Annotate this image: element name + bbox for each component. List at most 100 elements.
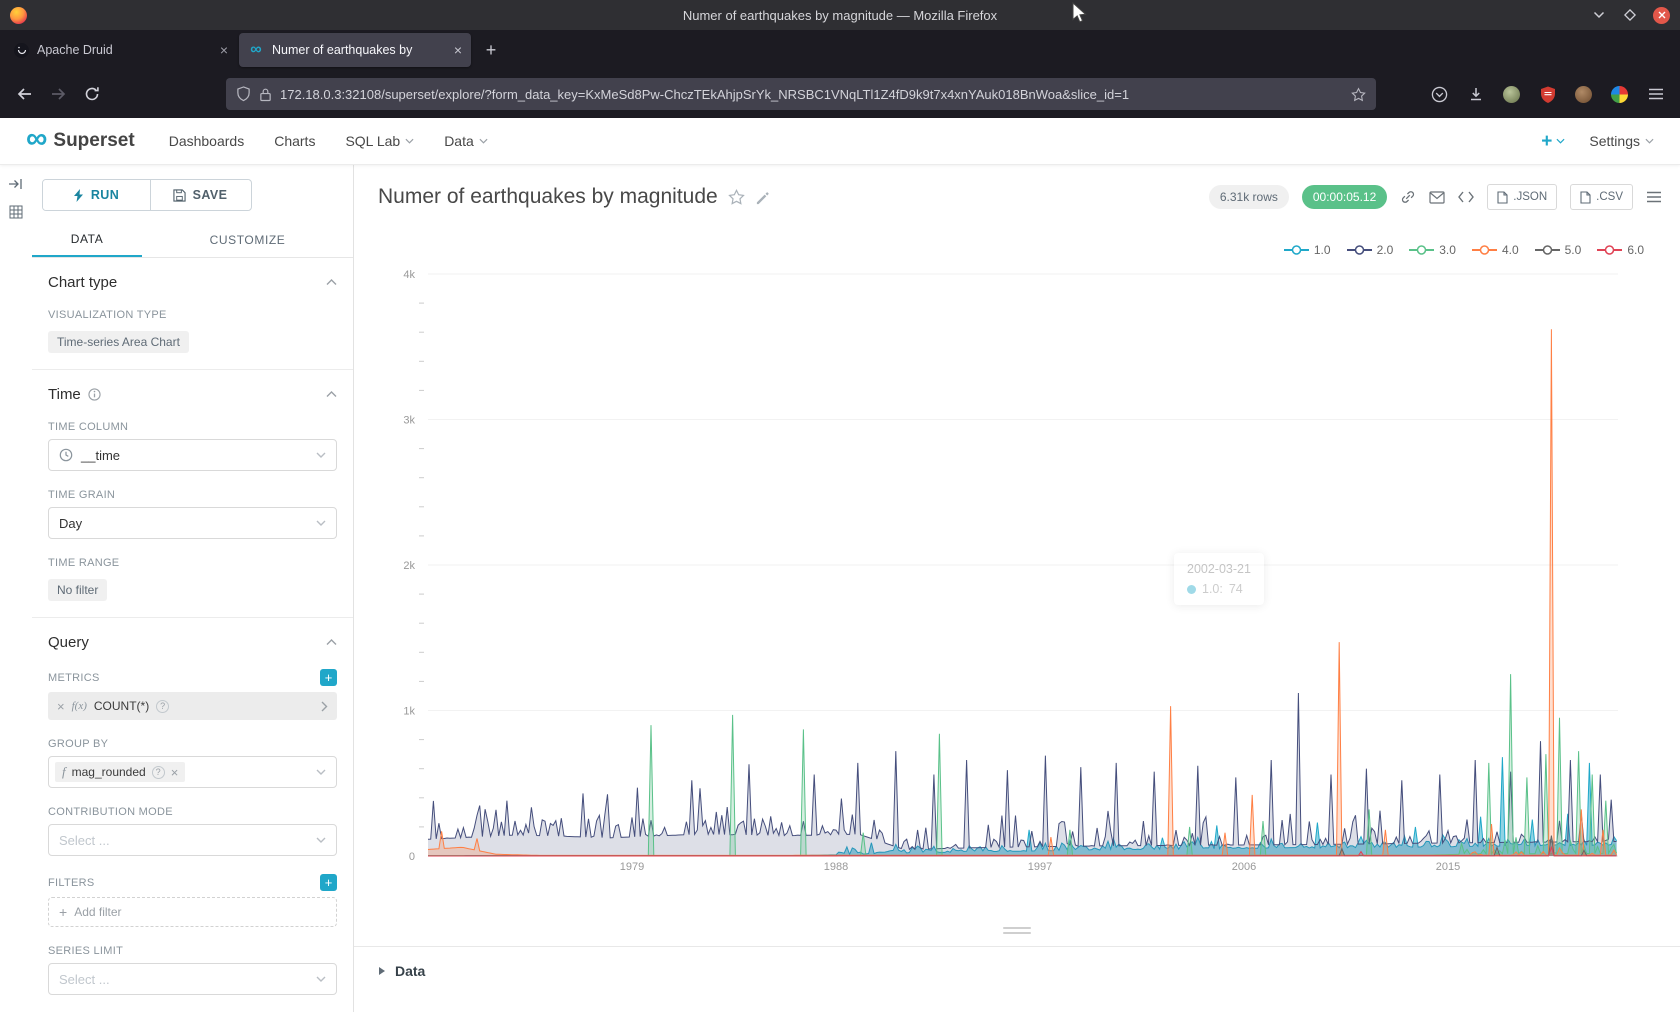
nav-item-data[interactable]: Data — [444, 133, 488, 149]
download-csv-button[interactable]: .CSV — [1570, 184, 1633, 210]
tab-data[interactable]: DATA — [32, 223, 142, 257]
section-query: Query METRICS + × f(x) COUNT(*) ? GROUP … — [32, 618, 353, 1012]
nav-item-charts[interactable]: Charts — [274, 133, 315, 149]
save-button[interactable]: SAVE — [150, 180, 249, 210]
chevron-down-icon — [1593, 11, 1605, 19]
time-grain-select[interactable]: Day — [48, 507, 337, 539]
viz-type-value[interactable]: Time-series Area Chart — [48, 331, 189, 353]
lightning-icon — [74, 189, 84, 202]
extension-icon-1[interactable] — [1495, 78, 1528, 110]
contribution-mode-label: CONTRIBUTION MODE — [48, 806, 337, 818]
add-filter-button[interactable]: + Add filter — [48, 897, 337, 927]
add-new-button[interactable]: + — [1541, 132, 1565, 151]
legend-item-2.0[interactable]: 2.0 — [1347, 243, 1394, 257]
bookmark-star-icon[interactable] — [1351, 87, 1366, 102]
contribution-mode-select[interactable]: Select ... — [48, 824, 337, 856]
viz-type-label: VISUALIZATION TYPE — [48, 309, 337, 321]
legend-item-3.0[interactable]: 3.0 — [1409, 243, 1456, 257]
email-report-icon[interactable] — [1429, 191, 1445, 204]
remove-group-by-icon[interactable]: × — [171, 766, 179, 779]
panel-tabs: DATA CUSTOMIZE — [32, 223, 353, 258]
filters-label: FILTERS — [48, 877, 95, 889]
group-by-chip[interactable]: f mag_rounded ? × — [55, 762, 185, 782]
back-button[interactable] — [8, 78, 40, 110]
window-close-button[interactable] — [1653, 7, 1670, 24]
downloads-icon[interactable] — [1459, 78, 1492, 110]
tab-close-icon[interactable]: × — [454, 43, 462, 57]
svg-text:1997: 1997 — [1028, 861, 1052, 873]
control-panel: RUN SAVE DATA CUSTOMIZE Chart type VISUA… — [32, 165, 354, 1012]
tab-customize[interactable]: CUSTOMIZE — [142, 223, 353, 257]
time-column-value: __time — [81, 448, 120, 463]
collapse-panel-icon[interactable] — [8, 177, 24, 191]
chevron-up-icon[interactable] — [326, 639, 337, 646]
timeseries-area-chart[interactable]: 01k2k3k4k19791988199720062015 — [394, 265, 1680, 895]
csv-button-label: .CSV — [1596, 191, 1623, 203]
chevron-down-icon — [1556, 138, 1565, 144]
data-results-panel[interactable]: Data — [354, 946, 1680, 994]
legend-item-6.0[interactable]: 6.0 — [1597, 243, 1644, 257]
download-json-button[interactable]: .JSON — [1487, 184, 1557, 210]
chevron-down-icon — [316, 769, 326, 775]
svg-text:3k: 3k — [403, 415, 415, 427]
datasource-strip — [0, 165, 32, 1012]
resize-handle[interactable] — [1003, 927, 1031, 934]
chevron-down-icon — [1645, 138, 1654, 144]
brand-name[interactable]: Superset — [53, 130, 134, 152]
legend-label: 6.0 — [1627, 243, 1644, 257]
url-bar[interactable]: 172.18.0.3:32108/superset/explore/?form_… — [226, 78, 1376, 110]
superset-logo-icon[interactable]: ∞ — [26, 124, 47, 154]
chevron-down-icon — [316, 837, 326, 843]
browser-tab-superset-explore[interactable]: ∞ Numer of earthquakes by × — [239, 33, 471, 67]
legend-marker-icon — [1472, 244, 1497, 256]
group-by-select[interactable]: f mag_rounded ? × — [48, 756, 337, 788]
run-button[interactable]: RUN — [43, 180, 150, 210]
series-limit-label: SERIES LIMIT — [48, 945, 337, 957]
druid-favicon — [14, 43, 29, 58]
chevron-up-icon[interactable] — [326, 391, 337, 398]
chevron-up-icon[interactable] — [326, 279, 337, 286]
series-limit-select[interactable]: Select ... — [48, 963, 337, 995]
edit-title-icon[interactable] — [755, 190, 770, 205]
settings-menu[interactable]: Settings — [1589, 133, 1654, 149]
metric-chip[interactable]: × f(x) COUNT(*) ? — [48, 692, 337, 720]
svg-text:1k: 1k — [403, 706, 415, 718]
permalink-icon[interactable] — [1400, 189, 1416, 205]
forward-button[interactable] — [42, 78, 74, 110]
nav-item-dashboards[interactable]: Dashboards — [169, 133, 245, 149]
add-filter-plus-button[interactable]: + — [320, 874, 337, 891]
menu-icon[interactable] — [1639, 78, 1672, 110]
question-icon: ? — [156, 700, 169, 713]
new-tab-button[interactable]: + — [476, 35, 506, 65]
legend-item-1.0[interactable]: 1.0 — [1284, 243, 1331, 257]
reload-button[interactable] — [76, 78, 108, 110]
extension-icon-2[interactable] — [1603, 78, 1636, 110]
arrow-right-icon — [50, 86, 67, 102]
time-column-select[interactable]: __time — [48, 439, 337, 471]
favorite-star-icon[interactable] — [728, 189, 745, 205]
browser-tab-apache-druid[interactable]: Apache Druid × — [5, 33, 237, 67]
caret-right-icon[interactable] — [321, 701, 328, 712]
tab-label: Numer of earthquakes by — [272, 43, 446, 57]
tab-label: DATA — [71, 232, 104, 246]
profile-avatar-icon[interactable] — [1567, 78, 1600, 110]
chart-menu-icon[interactable] — [1646, 191, 1662, 203]
legend-item-5.0[interactable]: 5.0 — [1535, 243, 1582, 257]
select-placeholder: Select ... — [59, 972, 110, 987]
tab-close-icon[interactable]: × — [220, 43, 228, 57]
tab-label: CUSTOMIZE — [210, 233, 286, 247]
embed-code-icon[interactable] — [1458, 191, 1474, 203]
chevron-down-icon — [316, 976, 326, 982]
window-maximize-button[interactable] — [1622, 7, 1638, 23]
time-grain-value: Day — [59, 516, 82, 531]
data-panel-title: Data — [395, 963, 425, 979]
window-minimize-button[interactable] — [1591, 7, 1607, 23]
nav-item-sql-lab[interactable]: SQL Lab — [345, 133, 414, 149]
legend-item-4.0[interactable]: 4.0 — [1472, 243, 1519, 257]
time-range-value[interactable]: No filter — [48, 579, 107, 601]
dataset-grid-icon[interactable] — [9, 205, 23, 219]
ublock-origin-icon[interactable] — [1531, 78, 1564, 110]
add-metric-button[interactable]: + — [320, 669, 337, 686]
pocket-icon[interactable] — [1423, 78, 1456, 110]
remove-metric-icon[interactable]: × — [57, 700, 65, 713]
